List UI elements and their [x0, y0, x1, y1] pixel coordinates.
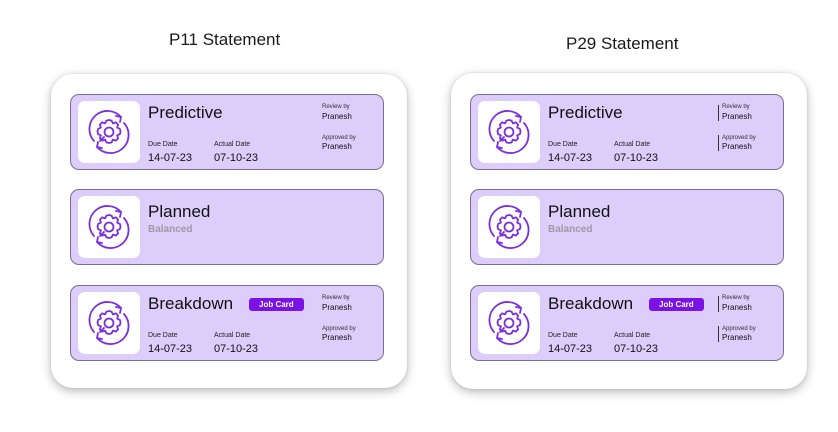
review-by-name: Pranesh	[722, 303, 752, 312]
review-by-name: Pranesh	[722, 112, 752, 121]
icon-box	[78, 196, 140, 258]
card-title: Breakdown	[148, 294, 234, 313]
statement-panel-p29: Predictive Due Date 14-07-23 Actual Date…	[451, 73, 807, 389]
card-title: Planned	[548, 202, 611, 221]
due-date-value: 14-07-23	[148, 152, 193, 164]
icon-box	[478, 196, 540, 258]
maintenance-gear-icon	[88, 301, 130, 345]
approved-by-label: Approved by	[322, 326, 356, 332]
statement-panel-p11: Predictive Due Date 14-07-23 Actual Date…	[51, 74, 407, 388]
status-text: Balanced	[548, 224, 593, 235]
panel-title-p11: P11 Statement	[169, 30, 281, 49]
icon-box	[78, 101, 140, 163]
actual-date-value: 07-10-23	[614, 343, 659, 355]
approved-by-name: Pranesh	[722, 142, 752, 151]
approved-by-label: Approved by	[722, 135, 756, 141]
due-date-value: 14-07-23	[548, 152, 593, 164]
actual-date-label: Actual Date	[214, 141, 251, 148]
actual-date-label: Actual Date	[614, 141, 651, 148]
card-planned[interactable]: Planned Balanced	[70, 189, 384, 265]
actual-date-value: 07-10-23	[614, 152, 659, 164]
review-by-label: Review by	[722, 295, 750, 301]
review-by-name: Pranesh	[322, 112, 352, 121]
icon-box	[478, 101, 540, 163]
due-date-label: Due Date	[548, 332, 578, 339]
review-by-name: Pranesh	[322, 303, 352, 312]
card-breakdown[interactable]: Breakdown Job Card Due Date 14-07-23 Act…	[70, 285, 384, 361]
review-by-label: Review by	[322, 295, 350, 301]
due-date-value: 14-07-23	[148, 343, 193, 355]
maintenance-gear-icon	[488, 301, 530, 345]
card-title: Planned	[148, 202, 211, 221]
card-predictive[interactable]: Predictive Due Date 14-07-23 Actual Date…	[470, 94, 784, 170]
maintenance-gear-icon	[88, 110, 130, 154]
review-by-label: Review by	[322, 104, 350, 110]
due-date-label: Due Date	[148, 141, 178, 148]
maintenance-gear-icon	[488, 110, 530, 154]
approved-by-name: Pranesh	[722, 333, 752, 342]
approved-by-name: Pranesh	[322, 142, 352, 151]
actual-date-label: Actual Date	[214, 332, 251, 339]
approved-by-label: Approved by	[322, 135, 356, 141]
panel-title-p29: P29 Statement	[566, 34, 679, 53]
due-date-label: Due Date	[548, 141, 578, 148]
review-divider	[718, 296, 719, 312]
due-date-label: Due Date	[148, 332, 178, 339]
card-planned[interactable]: Planned Balanced	[470, 189, 784, 265]
due-date-value: 14-07-23	[548, 343, 593, 355]
card-title: Breakdown	[548, 294, 634, 313]
job-card-badge[interactable]: Job Card	[249, 298, 304, 311]
status-text: Balanced	[148, 224, 193, 235]
approved-by-label: Approved by	[722, 326, 756, 332]
actual-date-label: Actual Date	[614, 332, 651, 339]
maintenance-gear-icon	[488, 205, 530, 249]
actual-date-value: 07-10-23	[214, 152, 259, 164]
review-by-label: Review by	[722, 104, 750, 110]
card-title: Predictive	[548, 103, 623, 122]
actual-date-value: 07-10-23	[214, 343, 259, 355]
approved-by-name: Pranesh	[322, 333, 352, 342]
card-breakdown[interactable]: Breakdown Job Card Due Date 14-07-23 Act…	[470, 285, 784, 361]
maintenance-gear-icon	[88, 205, 130, 249]
approved-divider	[718, 326, 719, 342]
approved-divider	[718, 135, 719, 151]
icon-box	[478, 292, 540, 354]
job-card-badge[interactable]: Job Card	[649, 298, 704, 311]
icon-box	[78, 292, 140, 354]
card-predictive[interactable]: Predictive Due Date 14-07-23 Actual Date…	[70, 94, 384, 170]
card-title: Predictive	[148, 103, 223, 122]
review-divider	[718, 105, 719, 121]
